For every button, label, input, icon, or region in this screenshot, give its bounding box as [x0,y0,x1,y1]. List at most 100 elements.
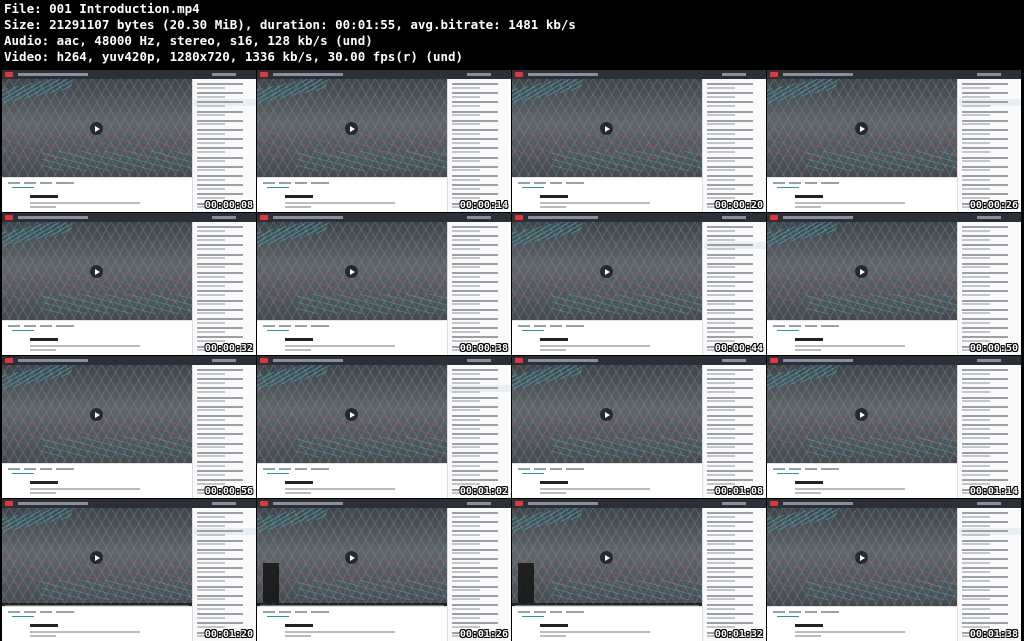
course-title-placeholder [528,359,598,362]
video-thumbnail: 00:01:32 [512,499,766,641]
thumbnail-timestamp: 00:00:26 [969,200,1018,211]
progress-placeholder [977,73,1001,76]
about-heading-placeholder [285,481,313,484]
video-frame [257,365,447,463]
about-heading-placeholder [540,481,568,484]
progress-placeholder [722,502,746,505]
video-frame [512,222,702,320]
about-heading-placeholder [795,481,823,484]
video-thumbnail: 00:00:26 [767,70,1021,212]
progress-placeholder [212,359,236,362]
course-tabs-area [767,463,957,498]
thumbnail-timestamp: 00:00:44 [714,343,763,354]
brand-logo-icon [5,215,13,220]
thumbnail-timestamp: 00:01:14 [969,486,1018,497]
course-player-topbar [2,213,256,222]
about-heading-placeholder [30,624,58,627]
video-thumbnail: 00:00:38 [257,213,511,355]
progress-placeholder [977,359,1001,362]
course-title-placeholder [783,502,853,505]
thumbnail-timestamp: 00:01:26 [459,629,508,640]
course-player-topbar [512,70,766,79]
course-tabs-area [257,320,447,355]
course-player-topbar [257,213,511,222]
video-frame [257,508,447,606]
video-frame [257,79,447,177]
course-content-sidebar [192,365,256,498]
brand-logo-icon [260,501,268,506]
video-thumbnail: 00:01:26 [257,499,511,641]
brand-logo-icon [515,358,523,363]
play-icon [600,551,613,564]
video-thumbnail: 00:00:32 [2,213,256,355]
course-title-placeholder [273,73,343,76]
progress-placeholder [467,359,491,362]
video-thumbnail: 00:01:38 [767,499,1021,641]
course-content-sidebar [957,222,1021,355]
video-thumbnail: 00:01:08 [512,356,766,498]
course-tabs-area [2,606,192,641]
video-thumbnail: 00:01:20 [2,499,256,641]
play-icon [345,265,358,278]
thumbnail-timestamp: 00:01:38 [969,629,1018,640]
video-frame [767,365,957,463]
play-icon [345,408,358,421]
brand-logo-icon [770,501,778,506]
about-heading-placeholder [285,195,313,198]
course-title-placeholder [273,216,343,219]
course-content-sidebar [447,222,511,355]
audio-info-line: Audio: aac, 48000 Hz, stereo, s16, 128 k… [4,33,373,48]
about-heading-placeholder [795,195,823,198]
play-icon [90,122,103,135]
video-frame [512,508,702,606]
brand-logo-icon [260,72,268,77]
progress-placeholder [977,502,1001,505]
course-tabs-area [2,320,192,355]
video-frame [2,79,192,177]
course-content-sidebar [447,508,511,641]
course-content-sidebar [192,508,256,641]
course-title-placeholder [273,359,343,362]
about-heading-placeholder [30,195,58,198]
brand-logo-icon [260,358,268,363]
about-heading-placeholder [285,338,313,341]
progress-placeholder [722,73,746,76]
thumbnail-grid: 00:00:08 00:00:14 00:00:20 00:00:26 00:00:32… [0,68,1024,641]
video-info-line: Video: h264, yuv420p, 1280x720, 1336 kb/… [4,49,464,64]
video-thumbnail: 00:00:14 [257,70,511,212]
thumbnail-timestamp: 00:01:02 [459,486,508,497]
video-frame [767,222,957,320]
thumbnail-timestamp: 00:00:20 [714,200,763,211]
video-thumbnail: 00:00:44 [512,213,766,355]
course-tabs-area [257,177,447,212]
brand-logo-icon [5,358,13,363]
course-tabs-area [512,177,702,212]
course-title-placeholder [783,73,853,76]
play-icon [855,265,868,278]
file-size-line: Size: 21291107 bytes (20.30 MiB), durati… [4,17,576,32]
course-player-topbar [257,70,511,79]
course-title-placeholder [528,502,598,505]
play-icon [855,122,868,135]
play-icon [855,408,868,421]
thumbnail-timestamp: 00:00:38 [459,343,508,354]
video-frame [767,508,957,606]
file-info-header: File: 001 Introduction.mp4 Size: 2129110… [4,1,1020,67]
play-icon [600,408,613,421]
thumbnail-timestamp: 00:01:08 [714,486,763,497]
course-content-sidebar [447,365,511,498]
progress-placeholder [212,502,236,505]
thumbnail-timestamp: 00:00:08 [204,200,253,211]
course-content-sidebar [702,222,766,355]
video-frame [2,222,192,320]
course-player-topbar [257,356,511,365]
file-name-line: File: 001 Introduction.mp4 [4,1,200,16]
course-content-sidebar [192,79,256,212]
about-heading-placeholder [30,481,58,484]
course-content-sidebar [192,222,256,355]
course-tabs-area [512,606,702,641]
play-icon [600,122,613,135]
about-heading-placeholder [795,338,823,341]
video-thumbnail: 00:01:02 [257,356,511,498]
course-player-topbar [767,499,1021,508]
